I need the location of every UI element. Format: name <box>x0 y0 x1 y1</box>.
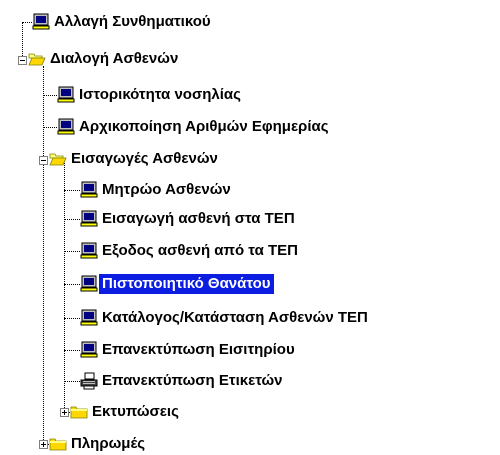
monitor-icon <box>80 242 98 259</box>
tree-item-label: Επανεκτύπωση Ετικετών <box>102 372 283 389</box>
tree-connector <box>64 190 80 191</box>
tree-item-hospitalization-history[interactable]: Ιστορικότητα νοσηλίας <box>57 84 244 106</box>
tree-item-patient-triage[interactable]: Διαλογή Ασθενών <box>28 48 181 70</box>
tree-item-admit-patient-er[interactable]: Εισαγωγή ασθενή στα ΤΕΠ <box>80 208 298 230</box>
tree-item-initialize-duty-numbers[interactable]: Αρχικοποίηση Αριθμών Εφημερίας <box>57 116 332 138</box>
expand-toggle-payments[interactable] <box>39 440 48 449</box>
menu-tree: Αλλαγή Συνθηματικού Διαλογή Ασθενών Ιστο… <box>0 0 500 454</box>
tree-item-reprint-ticket[interactable]: Επανεκτύπωση Εισιτηρίου <box>80 339 298 361</box>
folder-open-icon <box>49 153 67 166</box>
expand-toggle-prints[interactable] <box>60 408 69 417</box>
tree-item-label: Επανεκτύπωση Εισιτηρίου <box>102 341 295 358</box>
tree-item-discharge-patient-er[interactable]: Εξοδος ασθενή από τα ΤΕΠ <box>80 240 301 262</box>
tree-connector <box>64 381 80 382</box>
tree-connector <box>22 22 32 23</box>
tree-item-er-patient-list[interactable]: Κατάλογος/Κατάσταση Ασθενών ΤΕΠ <box>80 307 371 329</box>
tree-connector <box>43 127 57 128</box>
tree-item-change-password[interactable]: Αλλαγή Συνθηματικού <box>32 11 214 33</box>
monitor-icon <box>80 210 98 227</box>
folder-open-icon <box>28 53 46 66</box>
tree-connector <box>43 66 44 444</box>
tree-item-label: Αρχικοποίηση Αριθμών Εφημερίας <box>79 118 329 135</box>
tree-item-reprint-labels[interactable]: Επανεκτύπωση Ετικετών <box>80 370 286 392</box>
tree-item-label: Πιστοποιητικό Θανάτου <box>99 274 274 294</box>
collapse-toggle-triage[interactable] <box>18 56 27 65</box>
tree-connector <box>43 95 57 96</box>
tree-item-label: Εισαγωγές Ασθενών <box>71 150 218 167</box>
tree-connector <box>64 160 65 412</box>
folder-closed-icon <box>70 406 88 419</box>
tree-item-patient-admissions[interactable]: Εισαγωγές Ασθενών <box>49 148 221 170</box>
printer-icon <box>80 372 98 390</box>
tree-connector <box>64 284 80 285</box>
tree-item-prints[interactable]: Εκτυπώσεις <box>70 401 182 423</box>
tree-item-patient-registry[interactable]: Μητρώο Ασθενών <box>80 179 234 201</box>
monitor-icon <box>80 341 98 358</box>
tree-connector <box>64 318 80 319</box>
tree-item-label: Ιστορικότητα νοσηλίας <box>79 86 241 103</box>
monitor-icon <box>80 309 98 326</box>
tree-item-label: Αλλαγή Συνθηματικού <box>54 13 211 30</box>
tree-item-label: Εξοδος ασθενή από τα ΤΕΠ <box>102 242 298 259</box>
tree-connector <box>64 350 80 351</box>
monitor-icon <box>80 181 98 198</box>
collapse-toggle-admissions[interactable] <box>39 156 48 165</box>
tree-item-label: Εισαγωγή ασθενή στα ΤΕΠ <box>102 210 295 227</box>
tree-item-label: Διαλογή Ασθενών <box>50 50 179 67</box>
monitor-icon <box>32 13 50 30</box>
monitor-icon <box>57 86 75 103</box>
tree-item-label: Πληρωμές <box>71 435 146 452</box>
tree-connector <box>64 219 80 220</box>
monitor-icon <box>80 275 98 292</box>
monitor-icon <box>57 118 75 135</box>
tree-item-label: Κατάλογος/Κατάσταση Ασθενών ΤΕΠ <box>102 309 368 326</box>
tree-item-death-certificate[interactable]: Πιστοποιητικό Θανάτου <box>80 273 274 295</box>
tree-item-label: Εκτυπώσεις <box>92 403 179 420</box>
tree-item-payments[interactable]: Πληρωμές <box>49 433 148 455</box>
tree-connector <box>64 251 80 252</box>
tree-connector <box>22 22 23 60</box>
tree-item-label: Μητρώο Ασθενών <box>102 181 231 198</box>
folder-closed-icon <box>49 438 67 451</box>
